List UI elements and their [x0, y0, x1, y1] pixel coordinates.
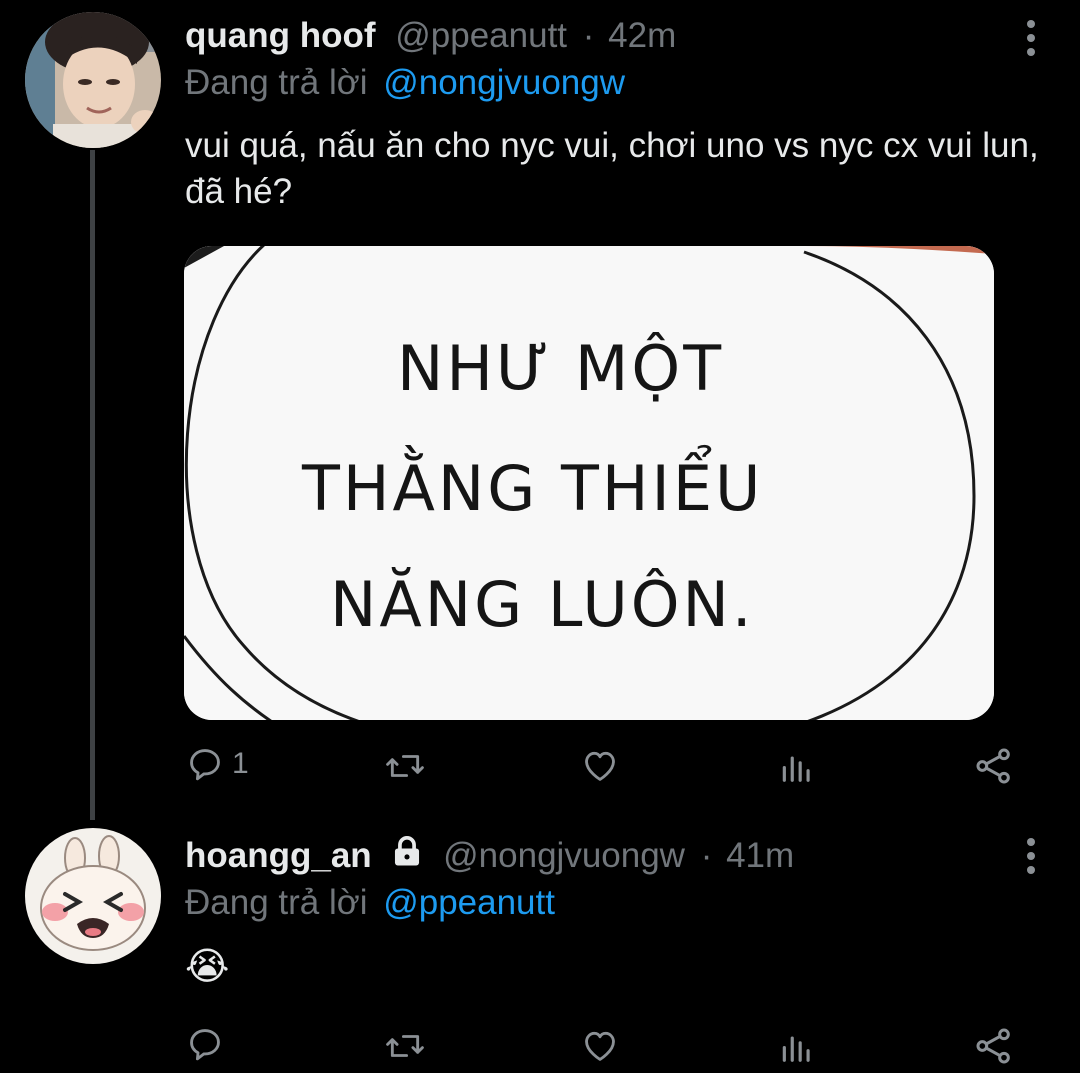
tweet-text: vui quá, nấu ăn cho nyc vui, chơi uno vs…	[185, 126, 1039, 211]
share-icon	[976, 748, 1010, 784]
reply-prefix: Đang trả lời	[185, 63, 368, 102]
conversation-thread: quang hoof @ppeanutt · 42m Đang trả lời …	[0, 0, 1080, 1073]
tweet-header: quang hoof @ppeanutt · 42m	[185, 14, 676, 58]
meme-line-1: NHƯ MỘT	[397, 332, 725, 405]
share-icon	[976, 1028, 1010, 1064]
timestamp[interactable]: 41m	[726, 836, 794, 875]
retweet-button[interactable]	[384, 744, 426, 788]
retweet-icon	[386, 1035, 424, 1057]
display-name[interactable]: hoangg_an	[185, 836, 372, 875]
retweet-button[interactable]	[384, 1024, 426, 1068]
replying-to: Đang trả lời @nongjvuongw	[185, 61, 625, 105]
separator-dot: ·	[700, 836, 713, 875]
reply-button[interactable]	[186, 1022, 232, 1066]
like-icon	[585, 751, 615, 781]
avatar-photo	[25, 828, 161, 964]
tweet-text: 😭	[185, 946, 230, 988]
replying-to: Đang trả lời @ppeanutt	[185, 881, 555, 925]
reply-mention[interactable]: @nongjvuongw	[383, 63, 625, 102]
share-button[interactable]	[974, 744, 1014, 788]
timestamp[interactable]: 42m	[608, 16, 676, 55]
share-button[interactable]	[974, 1024, 1014, 1068]
avatar[interactable]	[25, 828, 161, 964]
reply-prefix: Đang trả lời	[185, 883, 368, 922]
reply-icon	[190, 1029, 220, 1061]
avatar[interactable]	[25, 12, 161, 148]
like-button[interactable]	[580, 1024, 620, 1068]
retweet-icon	[386, 755, 424, 777]
separator-dot: ·	[582, 16, 595, 55]
meme-line-3: NĂNG LUÔN.	[330, 568, 755, 641]
more-options-icon[interactable]	[1024, 16, 1038, 60]
like-button[interactable]	[580, 744, 620, 788]
reply-count: 1	[232, 747, 249, 780]
thread-connector-line	[90, 150, 95, 820]
meme-line-2: THẰNG THIỂU	[302, 452, 764, 525]
tweet-media-image[interactable]: NHƯ MỘT THẰNG THIỂU NĂNG LUÔN.	[184, 246, 994, 720]
reply-mention[interactable]: @ppeanutt	[383, 883, 555, 922]
handle[interactable]: @nongjvuongw	[443, 836, 685, 875]
like-icon	[585, 1031, 615, 1061]
analytics-icon	[782, 756, 810, 782]
handle[interactable]: @ppeanutt	[395, 16, 567, 55]
more-options-icon[interactable]	[1024, 834, 1038, 878]
analytics-button[interactable]	[778, 1024, 816, 1068]
lock-icon	[395, 836, 420, 866]
reply-icon	[190, 749, 220, 781]
display-name[interactable]: quang hoof	[185, 16, 376, 55]
analytics-icon	[782, 1036, 810, 1062]
avatar-photo	[25, 12, 161, 148]
reply-button[interactable]: 1	[186, 742, 249, 786]
tweet-header: hoangg_an @nongjvuongw · 41m	[185, 834, 794, 878]
analytics-button[interactable]	[778, 744, 816, 788]
